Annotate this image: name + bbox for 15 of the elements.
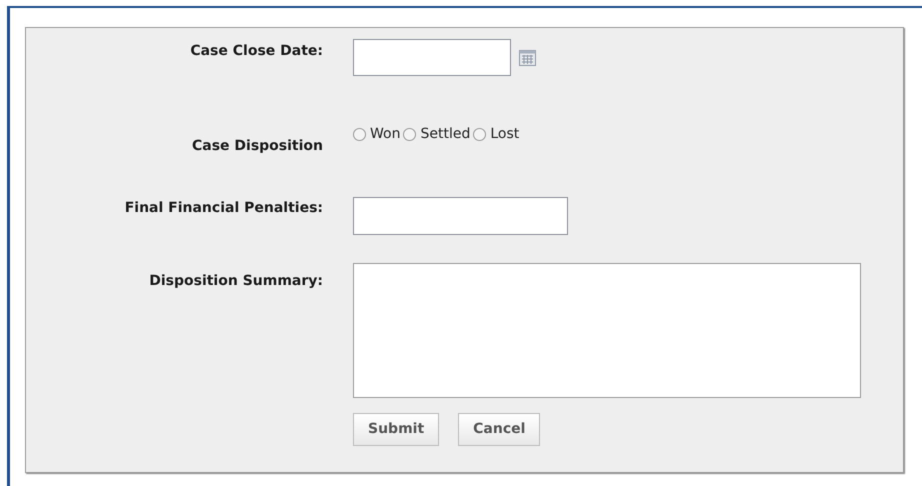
radio-label: Won [370, 125, 400, 144]
radio-label: Settled [420, 125, 470, 144]
radio-button[interactable] [403, 128, 416, 141]
calendar-icon[interactable] [519, 50, 536, 66]
field-label: Case Disposition [192, 137, 323, 156]
field-label: Case Close Date: [190, 42, 323, 61]
radio-button[interactable] [353, 128, 366, 141]
cancel-button[interactable]: Cancel [458, 413, 540, 446]
radio-label: Lost [490, 125, 520, 144]
radio-button[interactable] [473, 128, 486, 141]
field-label: Final Financial Penalties: [124, 199, 323, 218]
field-label: Disposition Summary: [149, 272, 323, 291]
input-field[interactable] [353, 197, 568, 235]
submit-button[interactable]: Submit [353, 413, 440, 446]
date-field[interactable] [353, 39, 511, 76]
